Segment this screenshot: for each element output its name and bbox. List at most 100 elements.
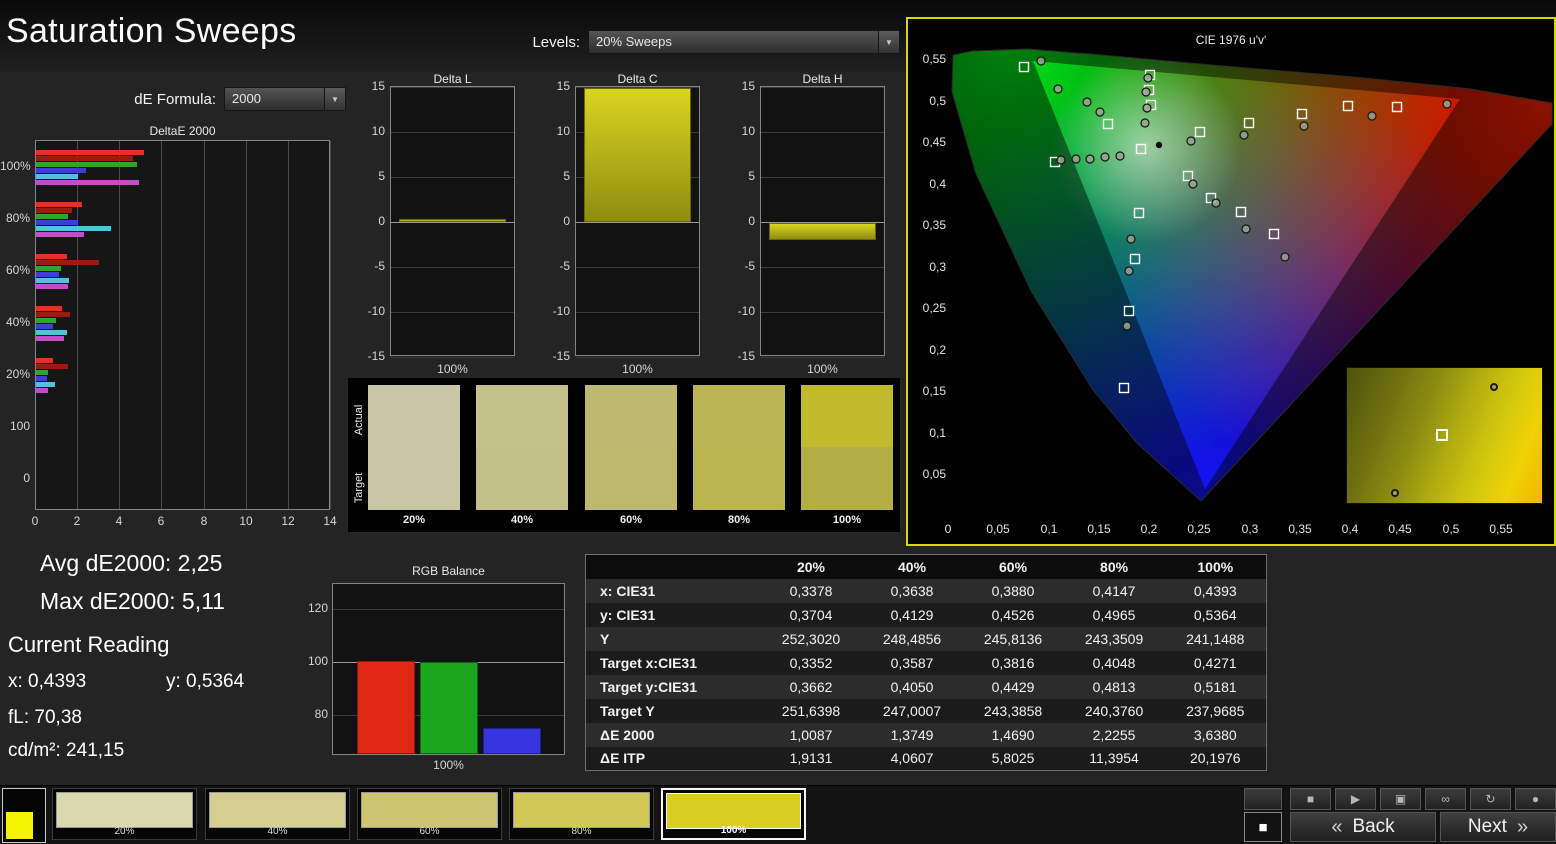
next-button[interactable]: Next » <box>1440 812 1556 842</box>
table-cell: 251,6398 <box>761 699 862 723</box>
measured-marker <box>1096 108 1104 116</box>
sweep-button-100%[interactable]: 100% <box>661 788 806 840</box>
row-label: ΔE 2000 <box>586 723 761 747</box>
de-bar <box>36 376 47 381</box>
double-chevron-left-icon: « <box>1331 816 1342 839</box>
axis-label: -10 <box>542 304 570 318</box>
axis-label: -10 <box>357 304 385 318</box>
max-de2000-readout: Max dE2000: 5,11 <box>40 588 225 615</box>
table-cell: 0,3880 <box>963 579 1064 603</box>
measured-marker <box>1368 112 1376 120</box>
table-cell: 248,4856 <box>862 627 963 651</box>
levels-dropdown[interactable]: 20% Sweeps ▼ <box>588 30 900 54</box>
table-cell: 247,0007 <box>862 699 963 723</box>
bottom-toolbar: ■▶▣∞↻● ■ « Back Next » 20%40%60%80%100% <box>0 785 1556 844</box>
de-bar <box>36 254 67 259</box>
target-swatch <box>368 447 460 510</box>
row-label: y: CIE31 <box>586 603 761 627</box>
actual-swatch <box>585 385 677 447</box>
table-cell: 0,4393 <box>1165 579 1267 603</box>
table-header: 20% <box>761 555 862 579</box>
pattern-window-tile[interactable] <box>2 788 46 843</box>
grid-line <box>391 312 514 313</box>
row-label: ΔE ITP <box>586 747 761 771</box>
table-header: 100% <box>1165 555 1267 579</box>
table-cell: 0,4429 <box>963 675 1064 699</box>
de-bar <box>36 312 70 317</box>
axis-label: 0,1 <box>914 426 946 440</box>
measured-marker <box>1242 225 1250 233</box>
loop-button[interactable]: ∞ <box>1425 788 1466 810</box>
refresh-button[interactable]: ↻ <box>1470 788 1511 810</box>
grid-line <box>761 312 884 313</box>
back-button[interactable]: « Back <box>1290 812 1436 842</box>
delta-c-plot <box>575 86 700 356</box>
actual-swatch <box>801 385 893 447</box>
axis-label: 10 <box>234 514 258 528</box>
axis-label: 0,05 <box>914 467 946 481</box>
stop-icon: ■ <box>1258 819 1267 836</box>
grid-line <box>761 87 884 88</box>
axis-label: 0,4 <box>1332 522 1368 536</box>
axis-label: 0,2 <box>914 343 946 357</box>
table-cell: 0,3587 <box>862 651 963 675</box>
play-button[interactable]: ▶ <box>1335 788 1376 810</box>
table-cell: 0,4048 <box>1064 651 1165 675</box>
table-cell: 252,3020 <box>761 627 862 651</box>
current-reading-y: y: 0,5364 <box>166 671 244 693</box>
axis-label: 40% <box>0 315 30 331</box>
axis-label: 100% <box>575 362 700 376</box>
rgb-balance-chart: RGB Balance 12010080100% <box>300 560 580 775</box>
record-button[interactable]: ● <box>1515 788 1556 810</box>
test-pattern-swatch <box>6 812 33 839</box>
de-bar <box>36 318 56 323</box>
stop-button[interactable]: ■ <box>1290 788 1331 810</box>
grid-line <box>761 357 884 358</box>
table-cell: 11,3954 <box>1064 747 1165 771</box>
table-row: x: CIE310,33780,36380,38800,41470,4393 <box>586 579 1267 603</box>
delta-bar <box>769 223 876 240</box>
sweep-swatch <box>209 792 346 828</box>
sweep-label: 60% <box>358 826 501 837</box>
current-reading-cdm2: cd/m²: 241,15 <box>8 740 124 762</box>
row-label: Target y:CIE31 <box>586 675 761 699</box>
panel-collapse-button[interactable] <box>1244 788 1282 810</box>
table-cell: 0,4129 <box>862 603 963 627</box>
sweep-button-60%[interactable]: 60% <box>357 788 502 840</box>
target-swatch <box>585 447 677 510</box>
back-label: Back <box>1352 816 1394 838</box>
capture-icon: ▣ <box>1395 792 1406 806</box>
table-cell: 0,4813 <box>1064 675 1165 699</box>
sweep-button-80%[interactable]: 80% <box>509 788 654 840</box>
table-cell: 0,4271 <box>1165 651 1267 675</box>
measured-marker <box>1125 267 1133 275</box>
de-formula-value: 2000 <box>232 91 261 106</box>
axis-label: 0,55 <box>914 52 946 66</box>
measured-marker <box>1443 100 1451 108</box>
measured-marker <box>1187 137 1195 145</box>
axis-label: 2 <box>65 514 89 528</box>
swatch-label: 100% <box>801 514 893 528</box>
measured-marker <box>1037 57 1045 65</box>
delta-c-chart: Delta C 151050-5-10-15100% <box>540 70 710 380</box>
measured-marker <box>1127 235 1135 243</box>
de-bar <box>36 272 59 277</box>
table-cell: 243,3509 <box>1064 627 1165 651</box>
stop-button[interactable]: ■ <box>1244 812 1282 842</box>
swatch-label: 80% <box>693 514 785 528</box>
grid-line <box>391 87 514 88</box>
chevron-down-icon[interactable]: ▼ <box>878 31 899 53</box>
chevron-down-icon[interactable]: ▼ <box>324 88 345 110</box>
grid-line <box>576 267 699 268</box>
axis-label: 5 <box>727 169 755 183</box>
axis-label: -5 <box>357 259 385 273</box>
axis-label: -15 <box>542 349 570 363</box>
de-formula-dropdown[interactable]: 2000 ▼ <box>224 87 346 111</box>
sweep-button-40%[interactable]: 40% <box>205 788 350 840</box>
capture-button[interactable]: ▣ <box>1380 788 1421 810</box>
transport-cluster: ■▶▣∞↻● ■ « Back Next » <box>1244 786 1556 844</box>
chart-title: Delta L <box>390 72 515 86</box>
grid-line <box>77 141 78 509</box>
sweep-button-20%[interactable]: 20% <box>52 788 197 840</box>
rgb-bar-green <box>420 662 478 754</box>
